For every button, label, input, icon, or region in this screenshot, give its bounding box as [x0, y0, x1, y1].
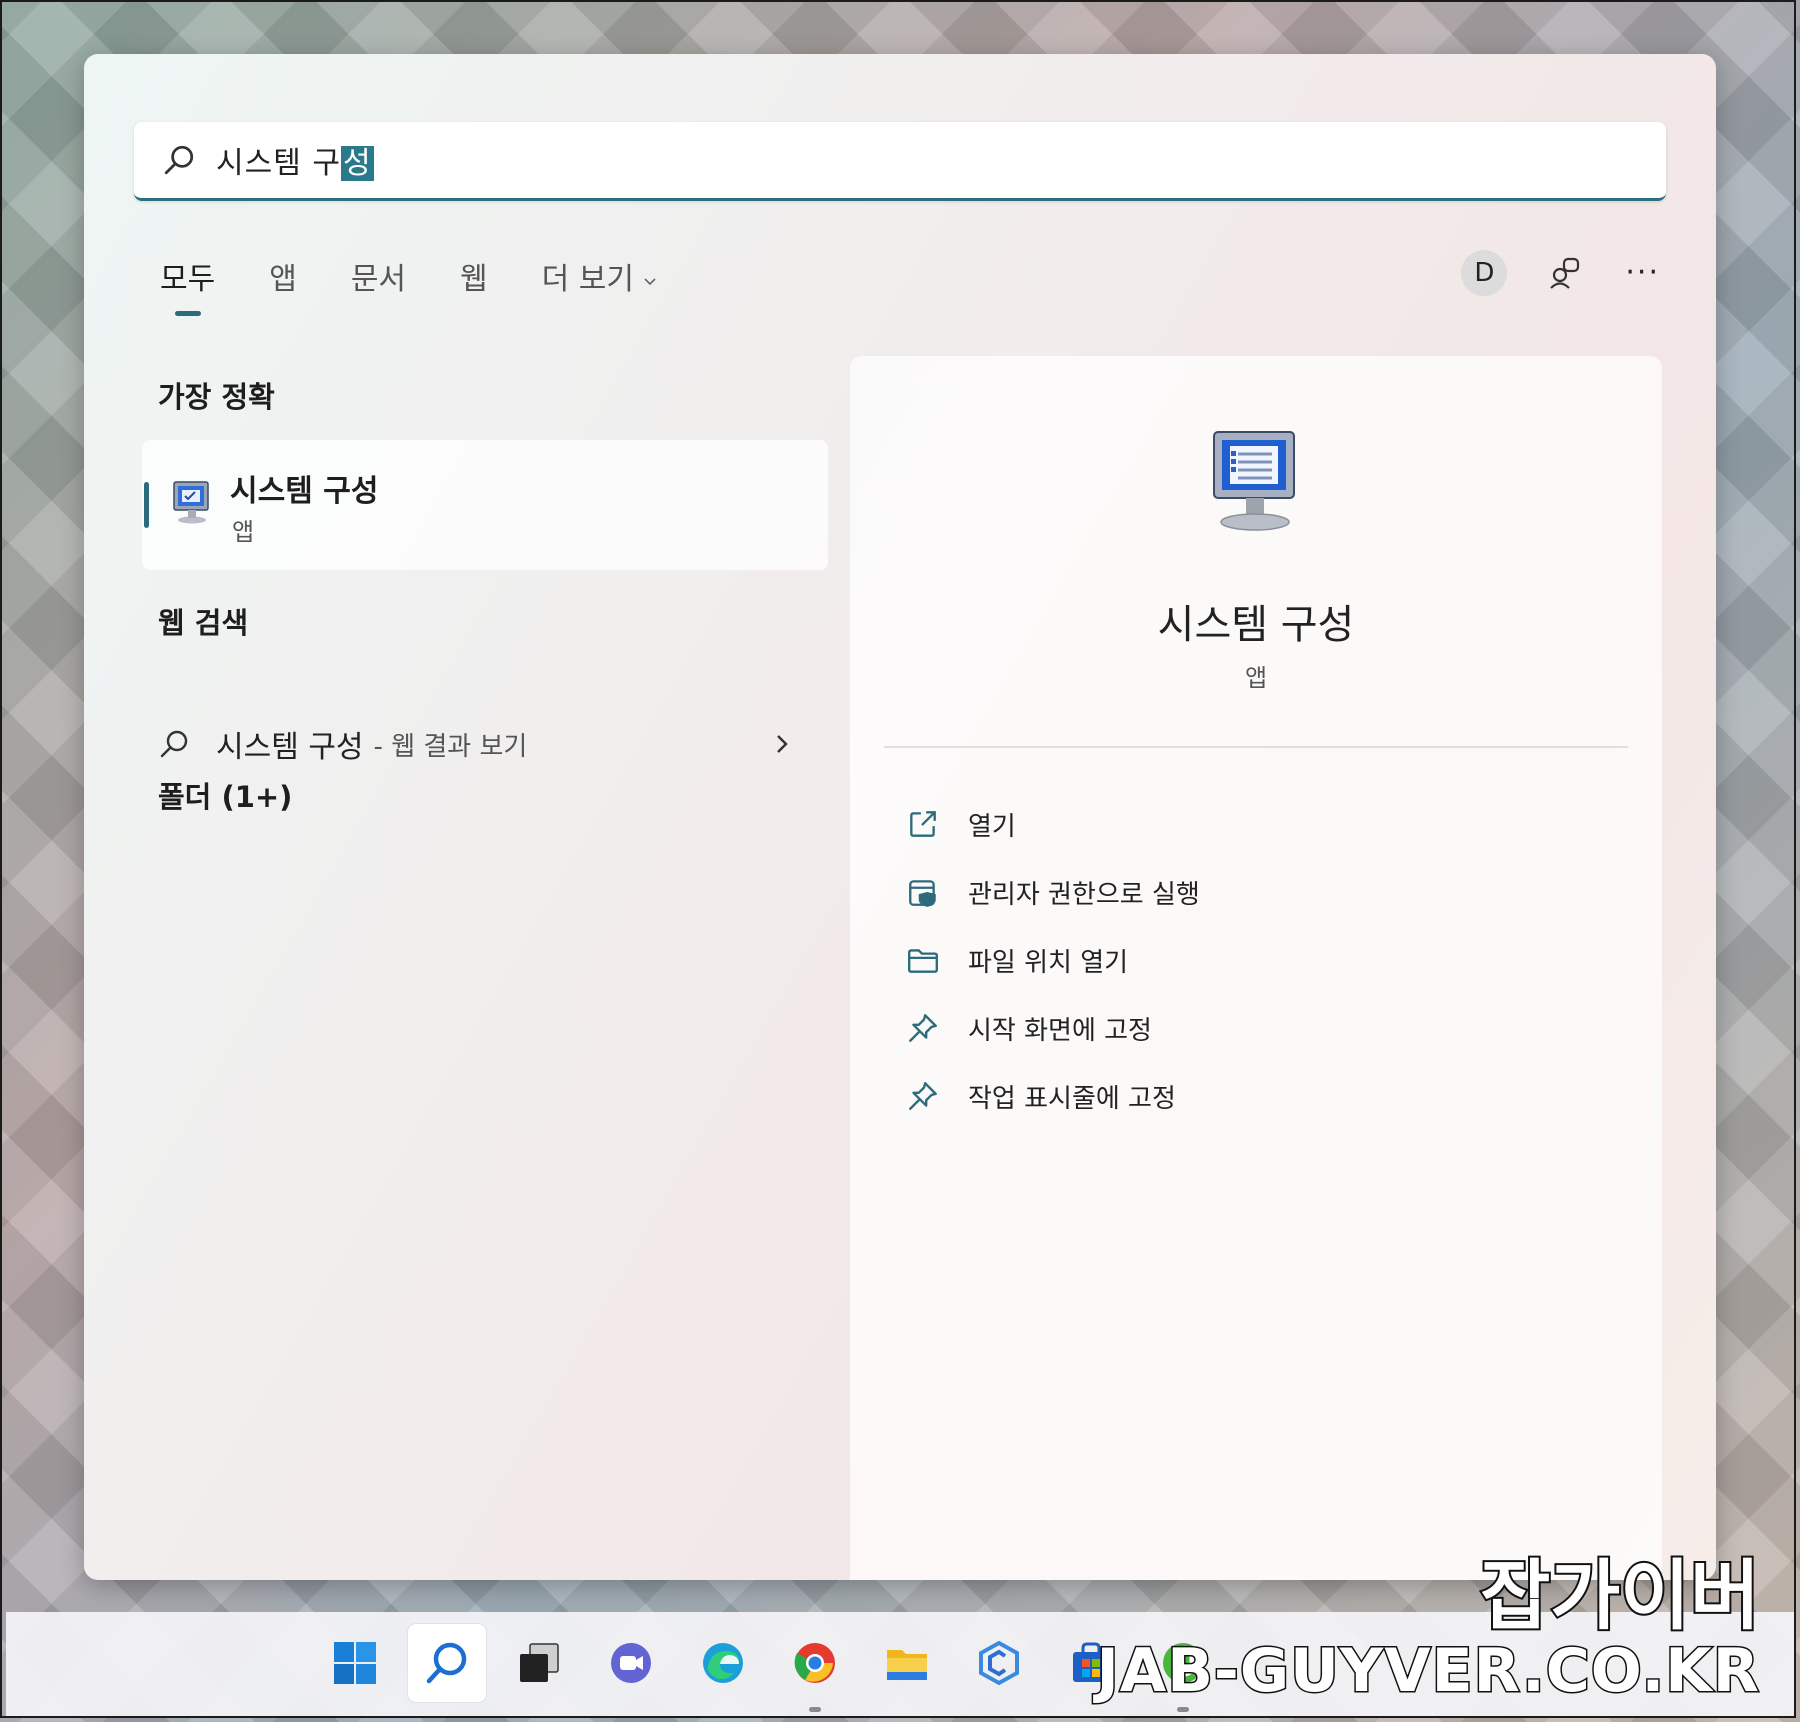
action-run-as-admin[interactable]: 관리자 권한으로 실행 [906, 858, 1200, 926]
chevron-right-icon [777, 735, 788, 753]
watermark-url: JAB-GUYVER.CO.KR [1095, 1636, 1761, 1706]
tab-all[interactable]: 모두 [160, 254, 215, 316]
taskbar-task-view[interactable] [500, 1624, 578, 1702]
admin-shield-icon [909, 880, 936, 907]
watermark: 잡가이버 JAB-GUYVER.CO.KR [1095, 1551, 1762, 1706]
action-pin-to-taskbar[interactable]: 작업 표시줄에 고정 [906, 1062, 1200, 1130]
tab-documents[interactable]: 문서 [351, 254, 406, 316]
taskbar-edge[interactable] [684, 1624, 762, 1702]
system-configuration-icon [1213, 431, 1295, 531]
chrome-icon [794, 1643, 835, 1683]
taskbar-start-button[interactable] [316, 1624, 394, 1702]
action-open[interactable]: 열기 [906, 790, 1200, 858]
web-result-query: 시스템 구성 [216, 730, 364, 765]
search-panel: 시스템 구성 모두 앱 문서 웹 더 보기 D ··· 가장 정확 시스템 구성… [84, 54, 1716, 1580]
file-explorer-icon [887, 1650, 927, 1680]
more-options-icon[interactable]: ··· [1625, 254, 1660, 292]
action-label: 파일 위치 열기 [968, 947, 1129, 978]
taskbar-chat[interactable] [592, 1624, 670, 1702]
header-actions: D ··· [1461, 250, 1660, 296]
selection-indicator [144, 482, 149, 528]
tab-apps[interactable]: 앱 [269, 254, 297, 316]
divider [884, 746, 1628, 748]
account-avatar[interactable]: D [1461, 250, 1508, 296]
search-history-icon[interactable] [1547, 254, 1585, 292]
running-indicator [809, 1707, 821, 1712]
action-label: 관리자 권한으로 실행 [968, 879, 1200, 910]
taskbar-file-explorer[interactable] [868, 1624, 946, 1702]
result-title: 시스템 구성 [230, 474, 379, 509]
best-match-result[interactable]: 시스템 구성 앱 [142, 440, 828, 570]
preview-title: 시스템 구성 [1157, 602, 1355, 648]
pin-icon [909, 1082, 937, 1110]
watermark-korean: 잡가이버 [1478, 1551, 1762, 1641]
system-configuration-icon [173, 481, 209, 524]
running-indicator [1177, 1707, 1189, 1712]
web-search-result[interactable]: 시스템 구성 - 웹 결과 보기 [158, 714, 828, 774]
pin-icon [909, 1014, 937, 1042]
search-query: 시스템 구성 [216, 146, 374, 181]
action-label: 시작 화면에 고정 [968, 1015, 1152, 1046]
preview-type: 앱 [1244, 664, 1268, 692]
edge-icon [703, 1643, 743, 1683]
open-external-icon [910, 811, 936, 837]
action-list: 열기 관리자 권한으로 실행 파일 위치 열기 시작 화면에 고정 작업 표시줄… [906, 790, 1200, 1130]
action-open-file-location[interactable]: 파일 위치 열기 [906, 926, 1200, 994]
selected-text: 성 [340, 146, 374, 181]
section-best-match: 가장 정확 [158, 380, 275, 414]
web-result-suffix: - 웹 결과 보기 [373, 731, 528, 762]
taskbar-app[interactable] [960, 1624, 1038, 1702]
search-icon [164, 145, 194, 175]
tab-web[interactable]: 웹 [460, 254, 488, 316]
task-view-icon [520, 1643, 559, 1682]
preview-pane: 시스템 구성 앱 열기 관리자 권한으로 실행 파일 위치 열기 시작 화면에 … [850, 356, 1662, 1580]
search-input[interactable]: 시스템 구성 [134, 122, 1666, 201]
section-folders: 폴더 (1+) [158, 780, 293, 814]
section-web-search: 웹 검색 [158, 606, 249, 640]
chat-icon [611, 1643, 651, 1683]
action-label: 작업 표시줄에 고정 [968, 1083, 1176, 1114]
chevron-down-icon [644, 277, 656, 285]
folder-icon [908, 949, 938, 973]
action-label: 열기 [968, 811, 1016, 842]
app-icon [979, 1640, 1019, 1686]
tab-more[interactable]: 더 보기 [542, 254, 658, 316]
search-icon [160, 730, 188, 758]
taskbar-search-button[interactable] [408, 1624, 486, 1702]
taskbar-chrome[interactable] [776, 1624, 854, 1712]
search-icon [426, 1642, 467, 1684]
action-pin-to-start[interactable]: 시작 화면에 고정 [906, 994, 1200, 1062]
result-type: 앱 [232, 518, 255, 546]
filter-tabs: 모두 앱 문서 웹 더 보기 [160, 254, 658, 314]
windows-start-icon [334, 1642, 376, 1684]
